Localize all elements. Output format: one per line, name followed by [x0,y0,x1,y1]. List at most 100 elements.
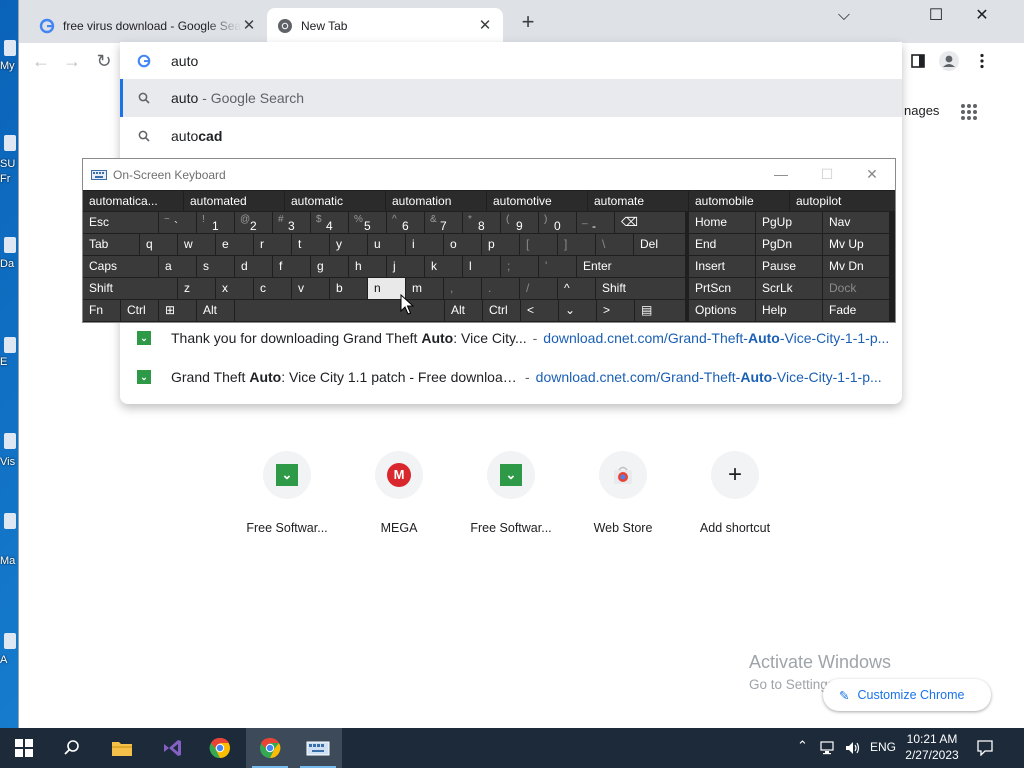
nav-key[interactable]: Fade [823,300,889,321]
key[interactable]: i [406,234,443,255]
nav-key[interactable]: Home [689,212,755,233]
key[interactable]: , [444,278,481,299]
key-tab[interactable]: Tab [83,234,139,255]
taskbar-chrome-app[interactable] [196,728,244,768]
notification-icon[interactable] [977,740,993,756]
key[interactable]: j [387,256,424,277]
history-row[interactable]: ⌄ Grand Theft Auto: Vice City 1.1 patch … [120,358,902,396]
suggestion-row[interactable]: auto - Google Search [120,79,902,117]
forward-arrow-icon[interactable]: → [60,49,84,73]
key[interactable]: g [311,256,348,277]
arrow-left-key[interactable]: < [521,300,558,321]
volume-icon[interactable] [845,741,861,755]
nav-key[interactable]: PgDn [756,234,822,255]
nav-key[interactable]: Nav [823,212,889,233]
key[interactable]: e [216,234,253,255]
key[interactable]: ^ 6 [387,212,424,233]
profile-avatar-icon[interactable] [939,51,959,71]
key[interactable]: x [216,278,253,299]
taskbar-visual-studio[interactable] [148,728,196,768]
desktop-icon[interactable] [4,40,16,56]
prediction-chip[interactable]: automated [184,191,284,211]
key[interactable]: y [330,234,367,255]
arrow-right-key[interactable]: > [597,300,634,321]
back-arrow-icon[interactable]: ← [29,49,53,73]
key[interactable]: s [197,256,234,277]
key[interactable]: @2 [235,212,272,233]
shortcut-tile[interactable]: ⌄ Free Softwar... [455,451,567,535]
key[interactable]: $4 [311,212,348,233]
customize-chrome-button[interactable]: ✎ Customize Chrome [823,679,991,711]
desktop-icon[interactable] [4,337,16,353]
key[interactable]: _ - [577,212,614,233]
key[interactable]: #3 [273,212,310,233]
key[interactable]: ' [539,256,576,277]
key-del[interactable]: Del [634,234,685,255]
key[interactable]: ] [558,234,595,255]
tab-new-tab[interactable]: New Tab ✕ [267,8,503,43]
key[interactable]: o [444,234,481,255]
backspace-key[interactable]: ⌫ [615,212,685,233]
nav-key[interactable]: PgUp [756,212,822,233]
desktop-icon[interactable] [4,237,16,253]
side-panel-icon[interactable] [911,54,925,68]
omnibox-input[interactable]: auto [120,42,902,80]
menu-key[interactable]: ▤ [635,300,685,321]
key[interactable]: ; [501,256,538,277]
nav-key[interactable]: Dock [823,278,889,299]
language-indicator[interactable]: ENG [870,740,896,754]
desktop-icon[interactable] [4,633,16,649]
nav-key[interactable]: Mv Up [823,234,889,255]
key-ctrl[interactable]: Ctrl [121,300,158,321]
window-close-button[interactable]: ✕ [959,2,1005,30]
arrow-down-key[interactable]: ⌄ [559,300,596,321]
tab-google-search[interactable]: free virus download - Google Sea ✕ [29,8,267,43]
key[interactable]: ! 1 [197,212,234,233]
windows-key[interactable]: ⊞ [159,300,196,321]
key[interactable]: t [292,234,329,255]
key-caps[interactable]: Caps [83,256,158,277]
key[interactable]: v [292,278,329,299]
key-alt[interactable]: Alt [197,300,234,321]
nav-key[interactable]: PrtScn [689,278,755,299]
key[interactable]: a [159,256,196,277]
key[interactable]: l [463,256,500,277]
shortcut-tile[interactable]: ⌄ Free Softwar... [231,451,343,535]
desktop-icon[interactable] [4,433,16,449]
key[interactable]: [ [520,234,557,255]
prediction-chip[interactable]: automatic [285,191,385,211]
key[interactable]: / [520,278,557,299]
new-tab-button[interactable]: + [517,11,539,34]
close-icon[interactable]: ✕ [477,17,493,34]
key-fn[interactable]: Fn [83,300,120,321]
menu-kebab-icon[interactable] [979,53,985,69]
clock[interactable]: 10:21 AM 2/27/2023 [900,731,964,763]
key[interactable]: ^ [558,278,595,299]
start-button[interactable] [0,728,48,768]
key[interactable]: & 7 [425,212,462,233]
desktop-icon[interactable] [4,513,16,529]
taskbar-chrome-window[interactable] [246,728,294,768]
nav-key[interactable]: End [689,234,755,255]
key[interactable]: h [349,256,386,277]
prediction-chip[interactable]: automation [386,191,486,211]
nav-key[interactable]: Help [756,300,822,321]
key-esc[interactable]: Esc [83,212,158,233]
key-alt[interactable]: Alt [445,300,482,321]
key[interactable]: . [482,278,519,299]
prediction-chip[interactable]: automotive [487,191,587,211]
key[interactable]: f [273,256,310,277]
maximize-button[interactable]: ☐ [913,2,959,30]
close-icon[interactable]: ✕ [241,17,257,34]
prediction-chip[interactable]: autopilot [790,191,895,211]
key-shift[interactable]: Shift [596,278,685,299]
nav-key[interactable]: Options [689,300,755,321]
key[interactable]: c [254,278,291,299]
osk-close-button[interactable]: ✕ [849,159,895,190]
history-row[interactable]: ⌄ Thank you for downloading Grand Theft … [120,319,902,357]
key-enter[interactable]: Enter [577,256,685,277]
apps-grid-icon[interactable] [960,103,978,121]
key[interactable]: ) 0 [539,212,576,233]
key[interactable]: \ [596,234,633,255]
key[interactable]: d [235,256,272,277]
